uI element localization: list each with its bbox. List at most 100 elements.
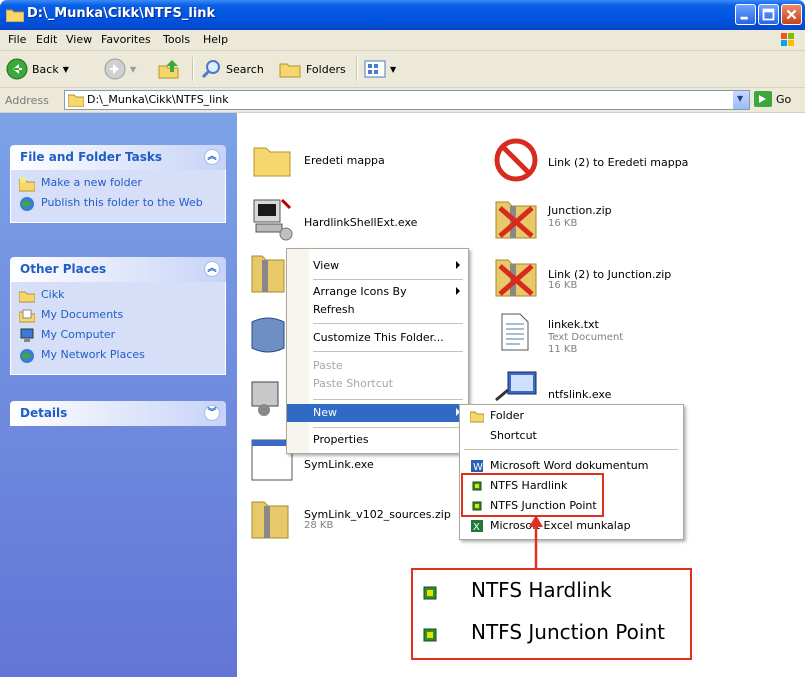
svg-text:X: X — [473, 522, 480, 533]
installer-icon — [251, 317, 285, 353]
address-path: D:\_Munka\Cikk\NTFS_link — [87, 93, 229, 106]
place-my-documents[interactable]: My Documents — [19, 308, 217, 324]
address-input[interactable]: D:\_Munka\Cikk\NTFS_link ▼ — [64, 90, 750, 110]
file-folder-tasks-panel: File and Folder Tasks ︽ Make a new folde… — [10, 145, 226, 223]
submenu-excel[interactable]: X Microsoft Excel munkalap — [460, 517, 683, 535]
other-places-panel: Other Places ︽ Cikk My Documents My Comp… — [10, 257, 226, 375]
submenu-arrow-icon — [456, 261, 460, 269]
search-icon — [201, 60, 220, 79]
highlight-box — [461, 473, 604, 517]
callout-arrow-icon — [529, 515, 543, 571]
callout-hardlink: NTFS Hardlink — [413, 572, 690, 612]
chevron-down-icon: ▼ — [737, 94, 744, 103]
my-documents-icon — [19, 309, 35, 323]
computer-icon — [20, 328, 34, 342]
folder-icon — [6, 9, 24, 22]
publish-folder-link[interactable]: Publish this folder to the Web — [19, 196, 217, 212]
folders-label: Folders — [306, 62, 346, 76]
forward-button[interactable]: ▼ — [104, 57, 136, 81]
new-folder-icon — [19, 177, 35, 192]
views-button[interactable]: ▼ — [364, 57, 396, 81]
zoom-callout: NTFS Hardlink NTFS Junction Point — [411, 568, 692, 660]
windows-logo-icon — [781, 33, 794, 46]
task-pane: File and Folder Tasks ︽ Make a new folde… — [0, 113, 237, 677]
text-document-icon — [501, 313, 529, 351]
ctx-refresh[interactable]: Refresh — [287, 301, 468, 319]
submenu-shortcut[interactable]: Shortcut — [460, 427, 683, 445]
panel-header[interactable]: Details ︾ — [10, 401, 226, 426]
title-bar[interactable]: D:\_Munka\Cikk\NTFS_link — [0, 0, 805, 30]
collapse-chevron-icon[interactable]: ︽ — [204, 261, 220, 277]
place-my-network[interactable]: My Network Places — [19, 348, 217, 364]
ctx-new[interactable]: New — [287, 404, 468, 422]
forward-arrow-icon — [104, 58, 126, 80]
go-arrow-icon — [754, 91, 772, 107]
go-button[interactable]: Go — [754, 91, 791, 107]
place-cikk[interactable]: Cikk — [19, 288, 217, 304]
ntfs-junction-icon — [423, 628, 437, 642]
search-label: Search — [226, 62, 264, 76]
ctx-paste-shortcut[interactable]: Paste Shortcut — [287, 375, 468, 393]
new-submenu: Folder Shortcut W Microsoft Word dokumen… — [459, 404, 684, 540]
address-dropdown-button[interactable]: ▼ — [732, 91, 749, 109]
explorer-window: D:\_Munka\Cikk\NTFS_link File Edit View … — [0, 0, 805, 677]
up-folder-button[interactable] — [158, 57, 182, 81]
folder-icon — [253, 147, 291, 177]
chevron-down-icon[interactable]: ▼ — [130, 65, 136, 74]
place-my-computer[interactable]: My Computer — [19, 328, 217, 344]
chevron-down-icon[interactable]: ▼ — [390, 65, 396, 74]
menu-file[interactable]: File — [8, 33, 26, 46]
submenu-arrow-icon — [456, 287, 460, 295]
submenu-folder[interactable]: Folder — [460, 407, 683, 425]
menu-help[interactable]: Help — [203, 33, 228, 46]
panel-title: Other Places — [20, 262, 107, 276]
excel-document-icon: X — [471, 520, 483, 533]
back-label: Back — [32, 62, 59, 76]
minimize-button[interactable] — [735, 4, 756, 25]
back-arrow-icon — [6, 58, 28, 80]
callout-junction: NTFS Junction Point — [413, 614, 690, 654]
address-bar: Address D:\_Munka\Cikk\NTFS_link ▼ Go — [0, 88, 805, 113]
go-label: Go — [776, 92, 792, 106]
menu-view[interactable]: View — [66, 33, 92, 46]
ctx-paste[interactable]: Paste — [287, 357, 468, 375]
make-new-folder-link[interactable]: Make a new folder — [19, 176, 217, 192]
menu-favorites[interactable]: Favorites — [101, 33, 151, 46]
svg-text:W: W — [473, 462, 483, 473]
zip-broken-icon — [495, 259, 537, 297]
menu-bar: File Edit View Favorites Tools Help — [0, 30, 805, 51]
word-document-icon: W — [471, 460, 483, 473]
folders-icon — [279, 63, 301, 78]
panel-title: Details — [20, 406, 68, 420]
ctx-customize-folder[interactable]: Customize This Folder... — [287, 329, 468, 347]
window-title: D:\_Munka\Cikk\NTFS_link — [27, 6, 216, 21]
ntfs-hardlink-icon — [423, 586, 437, 600]
address-label: Address — [5, 94, 49, 107]
chevron-down-icon[interactable]: ▼ — [63, 65, 69, 74]
network-icon — [20, 349, 34, 363]
panel-title: File and Folder Tasks — [20, 150, 163, 164]
folders-button[interactable]: Folders — [278, 57, 346, 81]
maximize-button[interactable] — [758, 4, 779, 25]
ctx-properties[interactable]: Properties — [287, 431, 468, 449]
search-button[interactable]: Search — [200, 57, 264, 81]
up-folder-icon — [158, 60, 179, 79]
close-button[interactable] — [781, 4, 802, 25]
context-menu: View Arrange Icons By Refresh Customize … — [286, 248, 469, 454]
panel-header[interactable]: File and Folder Tasks ︽ — [10, 145, 226, 170]
collapse-chevron-icon[interactable]: ︽ — [204, 149, 220, 165]
exe-icon — [251, 381, 279, 416]
zip-folder-icon — [251, 255, 285, 293]
menu-tools[interactable]: Tools — [163, 33, 190, 46]
expand-chevron-icon[interactable]: ︾ — [204, 405, 220, 421]
installer-exe-icon — [253, 198, 293, 241]
ctx-arrange-icons[interactable]: Arrange Icons By — [287, 283, 468, 301]
globe-icon — [20, 197, 34, 211]
broken-link-icon — [494, 138, 538, 182]
back-button[interactable]: Back ▼ — [6, 57, 69, 81]
panel-header[interactable]: Other Places ︽ — [10, 257, 226, 282]
menu-edit[interactable]: Edit — [36, 33, 57, 46]
ctx-view[interactable]: View — [287, 257, 468, 275]
toolbar: Back ▼ ▼ Search Folders ▼ — [0, 51, 805, 88]
folder-icon — [470, 411, 484, 423]
